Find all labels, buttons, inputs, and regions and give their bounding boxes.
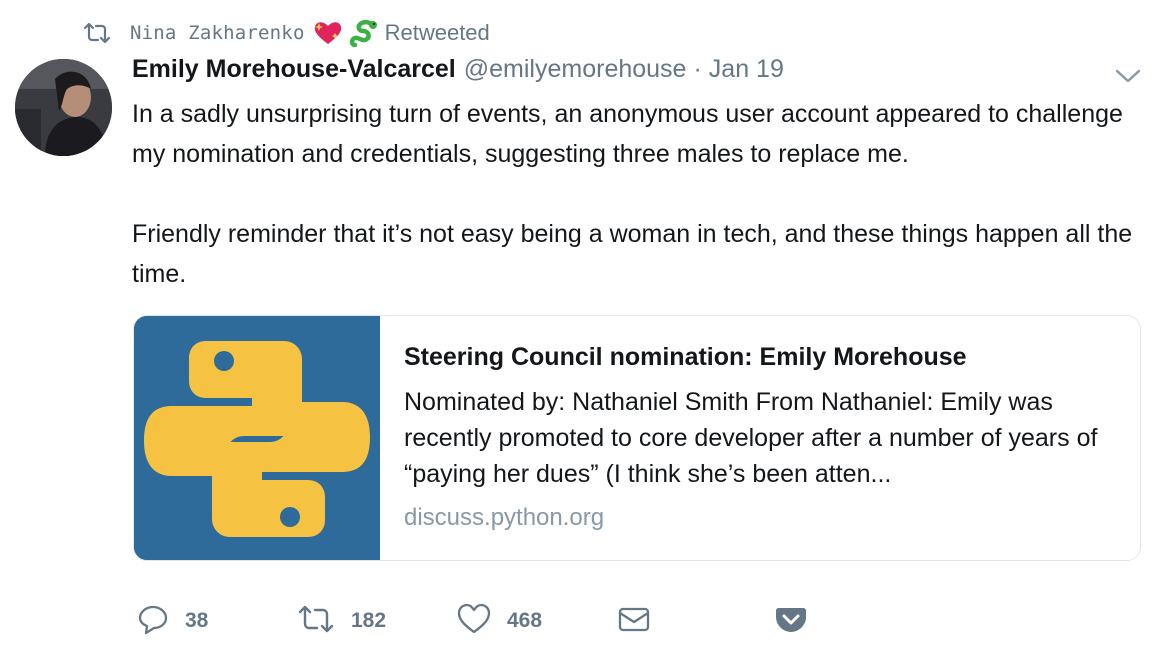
tweet-text: In a sadly unsurprising turn of events, … [132, 94, 1152, 294]
like-button[interactable]: 468 [457, 603, 542, 639]
snake-icon [349, 19, 379, 47]
link-card[interactable]: Steering Council nomination: Emily Moreh… [133, 315, 1141, 561]
header-separator: · [693, 55, 702, 83]
retweet-button[interactable]: 182 [297, 603, 386, 639]
retweet-count: 182 [351, 609, 387, 632]
retweet-icon [297, 603, 335, 640]
card-domain: discuss.python.org [404, 504, 605, 531]
retweeter-name[interactable]: Nina Zakharenko [130, 22, 305, 44]
tweet-paragraph: Friendly reminder that it’s not easy bei… [132, 220, 1133, 288]
retweet-context: Nina Zakharenko Retweeted [82, 16, 490, 50]
python-logo-icon [134, 316, 380, 560]
author-name[interactable]: Emily Morehouse-Valcarcel [132, 55, 456, 84]
card-description: Nominated by: Nathaniel Smith From Natha… [404, 388, 1098, 488]
reply-count: 38 [185, 609, 209, 632]
tweet-header: Emily Morehouse-Valcarcel @emilyemorehou… [132, 55, 784, 91]
reply-button[interactable]: 38 [137, 603, 208, 639]
tweet[interactable]: Nina Zakharenko Retweeted Emily Morehous… [0, 0, 1170, 650]
like-count: 468 [507, 609, 543, 632]
reply-icon [137, 603, 169, 640]
pocket-icon [775, 604, 807, 639]
direct-message-button[interactable] [617, 603, 651, 639]
heart-icon [457, 603, 491, 640]
tweet-timestamp[interactable]: Jan 19 [709, 55, 784, 84]
card-body: Steering Council nomination: Emily Moreh… [404, 340, 1119, 532]
action-bar: 38 182 468 [137, 603, 837, 639]
tweet-paragraph: In a sadly unsurprising turn of events, … [132, 100, 1123, 168]
retweeted-label: Retweeted [384, 20, 490, 45]
sparkling-heart-icon [313, 19, 343, 47]
chevron-down-icon[interactable] [1114, 66, 1142, 86]
avatar[interactable] [15, 59, 112, 156]
author-handle[interactable]: @emilyemorehouse [464, 55, 687, 84]
envelope-icon [617, 604, 651, 639]
card-title: Steering Council nomination: Emily Moreh… [404, 343, 967, 371]
retweet-icon [82, 22, 112, 44]
pocket-button[interactable] [775, 603, 807, 639]
